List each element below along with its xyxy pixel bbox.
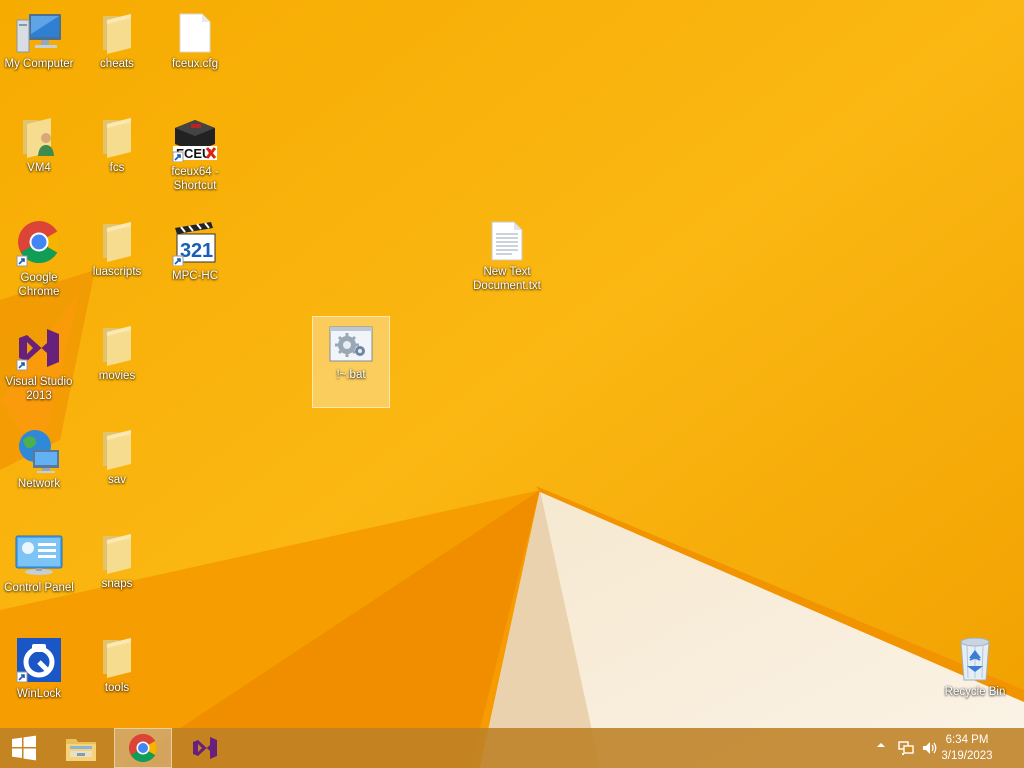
folder-icon xyxy=(99,628,135,678)
desktop-icon-winlock[interactable]: WinLock xyxy=(0,628,78,720)
svg-text:2: 2 xyxy=(191,240,202,262)
visual-studio-icon xyxy=(15,316,63,372)
folder-icon xyxy=(99,4,135,54)
winlock-icon xyxy=(15,628,63,684)
file-explorer-icon xyxy=(66,739,96,761)
desktop-icon-label: movies xyxy=(98,370,136,382)
desktop-icon-tools[interactable]: tools xyxy=(78,628,156,720)
desktop-icon-label: luascripts xyxy=(92,266,142,278)
folder-icon xyxy=(99,108,135,158)
taskbar: 6:34 PM 3/19/2023 xyxy=(0,728,1024,768)
desktop-icon-fceux64-shortcut[interactable]: FCEU fceux64 - Shortcut xyxy=(156,108,234,200)
network-icon xyxy=(898,741,914,755)
chrome-icon xyxy=(129,734,157,762)
desktop-icon-label: tools xyxy=(104,682,130,694)
show-hidden-icons-icon xyxy=(877,743,885,747)
desktop-icon-label: cheats xyxy=(100,58,134,70)
windows-logo-icon xyxy=(12,735,36,761)
fceux-icon: FCEU xyxy=(171,108,219,162)
desktop-icon-label: !~.bat xyxy=(336,369,366,381)
taskbar-file-explorer[interactable] xyxy=(56,728,106,768)
desktop-icon-label: VM4 xyxy=(27,162,51,174)
clock-date: 3/19/2023 xyxy=(941,750,993,762)
svg-text:1: 1 xyxy=(202,240,213,262)
taskbar-google-chrome[interactable] xyxy=(114,728,172,768)
desktop-icon-label: New Text Document.txt xyxy=(473,266,541,292)
user-folder-icon xyxy=(19,108,59,158)
desktop-icon-bat[interactable]: !~.bat xyxy=(312,316,390,408)
folder-icon xyxy=(99,212,135,262)
computer-icon xyxy=(15,4,63,54)
desktop-icon-fceux-cfg[interactable]: fceux.cfg xyxy=(156,4,234,96)
desktop-icon-label: MPC-HC xyxy=(172,270,218,282)
desktop-icon-label: fcs xyxy=(109,162,125,174)
text-document-icon xyxy=(490,212,524,262)
desktop-icon-my-computer[interactable]: My Computer xyxy=(0,4,78,96)
desktop-icon-control-panel[interactable]: Control Panel xyxy=(0,524,78,616)
mpc-hc-icon: 321 xyxy=(171,212,219,266)
desktop-icon-label: Google Chrome xyxy=(18,272,60,298)
desktop-icon-luascripts[interactable]: luascripts xyxy=(78,212,156,304)
taskbar-visual-studio[interactable] xyxy=(180,728,230,768)
chrome-icon xyxy=(15,212,63,268)
desktop-icon-label: Visual Studio 2013 xyxy=(5,376,73,402)
desktop-icon-vm4[interactable]: VM4 xyxy=(0,108,78,200)
visual-studio-icon xyxy=(193,737,217,759)
folder-icon xyxy=(99,316,135,366)
show-hidden-icons-button[interactable] xyxy=(874,740,888,750)
desktop-icon-label: Recycle Bin xyxy=(944,686,1006,698)
desktop-icon-network[interactable]: Network xyxy=(0,420,78,512)
desktop-icon-label: Control Panel xyxy=(4,582,74,594)
desktop-icon-label: snaps xyxy=(101,578,133,590)
batch-file-icon xyxy=(328,317,374,365)
desktop-icon-label: My Computer xyxy=(4,58,74,70)
desktop-icon-visual-studio-2013[interactable]: Visual Studio 2013 xyxy=(0,316,78,408)
folder-icon xyxy=(99,420,135,470)
desktop-icon-cheats[interactable]: cheats xyxy=(78,4,156,96)
desktop-icon-label: sav xyxy=(108,474,126,486)
folder-icon xyxy=(99,524,135,574)
clock-time: 6:34 PM xyxy=(945,734,989,746)
taskbar-clock[interactable]: 6:34 PM 3/19/2023 xyxy=(932,732,1002,764)
network-icon xyxy=(15,420,63,474)
desktop-icon-movies[interactable]: movies xyxy=(78,316,156,408)
recycle-bin-icon xyxy=(955,628,995,682)
desktop-icon-label: fceux.cfg xyxy=(171,58,219,70)
desktop-icon-mpc-hc[interactable]: 3 2 1 MPC-HC xyxy=(156,212,234,304)
desktop-icon-recycle-bin[interactable]: Recycle Bin xyxy=(936,628,1014,720)
desktop-icon-new-text-document-txt[interactable]: New Text Document.txt xyxy=(468,212,546,304)
file-icon xyxy=(178,4,212,54)
desktop-icon-google-chrome[interactable]: Google Chrome xyxy=(0,212,78,304)
desktop-icon-sav[interactable]: sav xyxy=(78,420,156,512)
start-button[interactable] xyxy=(0,728,48,768)
desktop-icon-snaps[interactable]: snaps xyxy=(78,524,156,616)
desktop-icon-label: WinLock xyxy=(16,688,62,700)
desktop-icon-fcs[interactable]: fcs xyxy=(78,108,156,200)
desktop-icon-label: fceux64 - Shortcut xyxy=(171,166,219,192)
desktop-icon-label: Network xyxy=(17,478,61,490)
tray-network-button[interactable] xyxy=(896,740,916,756)
control-panel-icon xyxy=(14,524,64,578)
